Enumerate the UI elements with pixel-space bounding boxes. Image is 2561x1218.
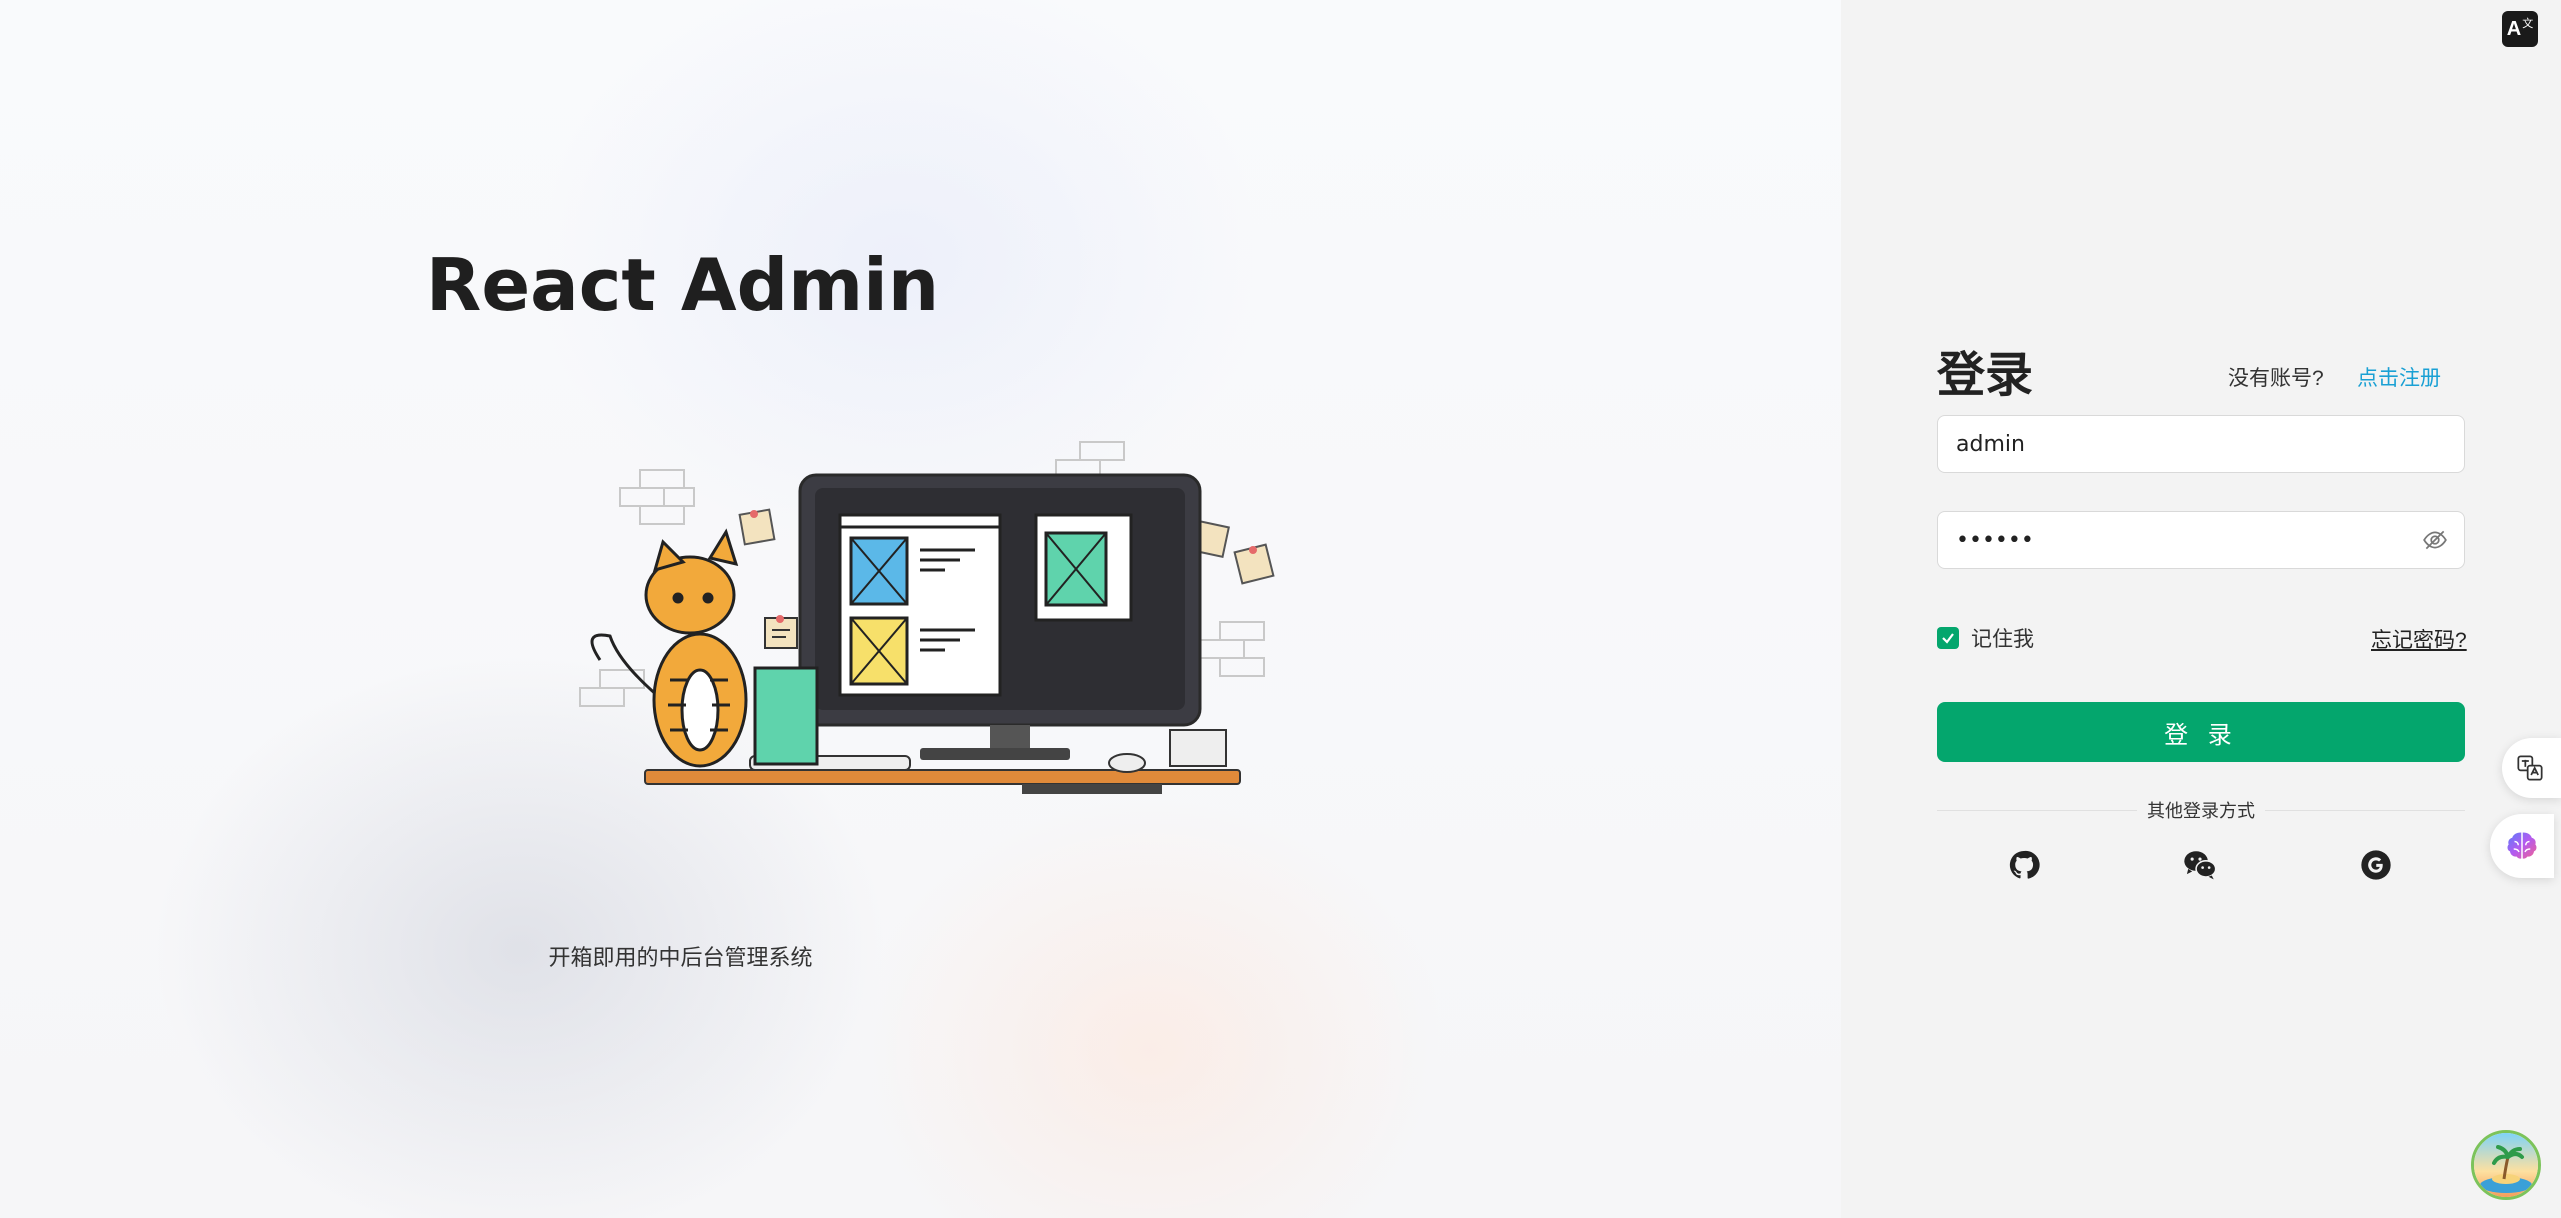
language-switch-button[interactable]: A文 bbox=[2502, 11, 2538, 47]
app-subtitle: 开箱即用的中后台管理系统 bbox=[548, 945, 813, 970]
wechat-icon bbox=[2184, 851, 2217, 880]
translate-icon-sup: 文 bbox=[2522, 18, 2534, 30]
brain-icon bbox=[2507, 832, 2537, 859]
login-button[interactable]: 登 录 bbox=[1937, 702, 2465, 762]
cat-computer-illustration bbox=[579, 441, 1275, 794]
username-field[interactable] bbox=[1937, 415, 2465, 473]
remember-me[interactable]: 记住我 bbox=[1937, 623, 2034, 653]
check-icon bbox=[1942, 633, 1954, 644]
remember-label: 记住我 bbox=[1971, 628, 2034, 651]
github-login-button[interactable] bbox=[2007, 848, 2041, 882]
forgot-password-link[interactable]: 忘记密码? bbox=[2371, 624, 2467, 654]
wechat-login-button[interactable] bbox=[2183, 848, 2217, 882]
translate-float-button[interactable] bbox=[2502, 738, 2561, 798]
github-icon bbox=[2009, 850, 2040, 879]
google-login-button[interactable] bbox=[2359, 848, 2393, 882]
divider-line bbox=[1937, 809, 2137, 811]
eye-off-icon[interactable] bbox=[2422, 527, 2448, 553]
hero-section: React Admin 开箱即用的中后台管理系统 bbox=[0, 0, 1841, 1218]
login-heading: 登录 bbox=[1937, 347, 2034, 403]
ai-assistant-button[interactable] bbox=[2490, 814, 2554, 878]
username-input[interactable] bbox=[1954, 430, 2448, 458]
no-account-text: 没有账号? bbox=[2228, 367, 2324, 390]
other-login-divider: 其他登录方式 bbox=[1937, 797, 2465, 823]
other-login-label: 其他登录方式 bbox=[2147, 801, 2255, 821]
google-icon bbox=[2361, 850, 2391, 880]
island-avatar-icon[interactable] bbox=[2471, 1130, 2541, 1200]
translate-icon bbox=[2517, 755, 2543, 781]
island-avatar-image bbox=[2474, 1133, 2538, 1197]
remember-checkbox[interactable] bbox=[1937, 627, 1959, 649]
app-title: React Admin bbox=[425, 243, 940, 327]
password-input[interactable] bbox=[1954, 526, 2422, 554]
divider-line bbox=[2265, 809, 2465, 811]
translate-icon: A bbox=[2506, 17, 2522, 40]
password-field[interactable] bbox=[1937, 511, 2465, 569]
register-link[interactable]: 点击注册 bbox=[2357, 362, 2441, 392]
login-panel bbox=[1841, 0, 2561, 1218]
